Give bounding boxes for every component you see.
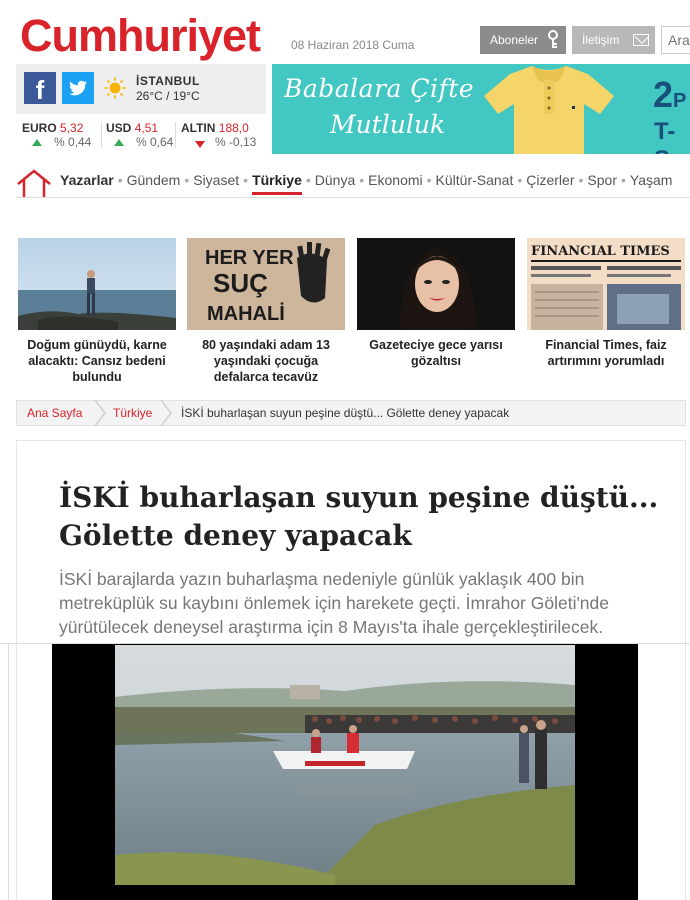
nav-item[interactable]: Yazarlar: [60, 172, 114, 188]
banner-promo-text: T-S: [654, 118, 676, 154]
banner-promo-letter: P: [673, 90, 687, 112]
weather-temperature: 26°C / 19°C: [136, 89, 200, 103]
social-weather-box: f İSTANBUL 26°C / 19°C: [16, 64, 266, 114]
site-logo[interactable]: Cumhuriyet: [20, 10, 261, 62]
nav-separator: •: [620, 172, 626, 188]
news-card[interactable]: FINANCIAL TIMES Financial Times, faiz ar…: [527, 238, 685, 369]
currency-change: % -0,13: [215, 135, 257, 149]
news-image-graffiti: HER YER SUÇ MAHALİ: [187, 238, 345, 330]
banner-line1: Babalara Çifte: [284, 74, 475, 103]
main-nav: Yazarlar • Gündem • Siyaset • Türkiye • Dünya • Ek…: [16, 168, 690, 198]
article-lead: İSKİ barajlarda yazın buharlaşma nedeniy…: [59, 569, 610, 637]
search-input[interactable]: [661, 26, 690, 54]
sun-icon: [104, 77, 126, 99]
currency-value: 188,0: [218, 121, 249, 135]
banner-promo-number: 2P: [653, 74, 687, 115]
article-title: İSKİ buharlaşan suyun peşine düştü... Gö…: [59, 481, 659, 552]
currency-euro[interactable]: EURO 5,32 % 0,44: [22, 121, 91, 149]
graffiti-text-line1: HER YER: [205, 247, 294, 269]
arrow-up-icon: [114, 139, 124, 146]
ad-banner[interactable]: Babalara Çifte Mutluluk 2P T-S: [272, 64, 690, 154]
news-image-financial-times: FINANCIAL TIMES: [527, 238, 685, 330]
nav-item[interactable]: Yaşam: [630, 172, 673, 188]
home-icon[interactable]: [16, 168, 52, 198]
subscribers-label: Aboneler: [490, 33, 539, 47]
chevron-right-icon: [160, 400, 172, 426]
news-caption: Doğum günüydü, karne alacaktı: Cansız be…: [27, 338, 167, 384]
breadcrumb-home[interactable]: Ana Sayfa: [27, 401, 82, 425]
article-photo-lake-boat: [115, 645, 575, 885]
news-card[interactable]: Doğum günüydü, karne alacaktı: Cansız be…: [18, 238, 176, 385]
nav-separator: •: [243, 172, 249, 188]
nav-items: Yazarlar • Gündem • Siyaset • Türkiye • Dünya • Ek…: [60, 172, 672, 195]
news-image-boy-sea: [18, 238, 176, 330]
nav-separator: •: [517, 172, 523, 188]
nav-item[interactable]: Spor: [587, 172, 617, 188]
nav-item[interactable]: Ekonomi: [368, 172, 422, 188]
news-image-woman-portrait: [357, 238, 515, 330]
news-card[interactable]: HER YER SUÇ MAHALİ 80 yaşındaki adam 13 …: [187, 238, 345, 385]
arrow-up-icon: [32, 139, 42, 146]
currency-value: 5,32: [60, 121, 84, 135]
nav-separator: •: [359, 172, 365, 188]
nav-item[interactable]: Siyaset: [193, 172, 239, 188]
arrow-down-icon: [195, 141, 205, 148]
currency-change: % 0,64: [136, 135, 174, 149]
ft-masthead-text: FINANCIAL TIMES: [531, 244, 670, 259]
nav-item[interactable]: Türkiye: [252, 172, 302, 195]
graffiti-text-line3: MAHALİ: [207, 302, 285, 325]
weather-city: İSTANBUL: [136, 74, 200, 88]
currency-gold[interactable]: ALTIN 188,0 % -0,13: [181, 121, 256, 149]
contact-button[interactable]: İletişim: [572, 26, 655, 54]
facebook-icon[interactable]: f: [24, 72, 56, 105]
currency-usd[interactable]: USD 4,51 % 0,64: [106, 121, 173, 149]
nav-item[interactable]: Gündem: [127, 172, 181, 188]
currency-name: ALTIN: [181, 121, 216, 135]
currency-value: 4,51: [134, 121, 159, 135]
key-icon: [548, 30, 558, 48]
nav-item[interactable]: Dünya: [315, 172, 355, 188]
contact-label: İletişim: [582, 33, 620, 47]
nav-separator: •: [117, 172, 123, 188]
banner-line2: Mutluluk: [330, 110, 446, 139]
nav-item[interactable]: Çizerler: [526, 172, 574, 188]
mail-icon: [633, 34, 649, 46]
breadcrumb-section[interactable]: Türkiye: [113, 401, 152, 425]
currency-divider: [175, 122, 176, 148]
nav-divider: [16, 197, 690, 198]
breadcrumb: Ana Sayfa Türkiye İSKİ buharlaşan suyun …: [16, 400, 686, 426]
polo-shirt-image: [484, 66, 614, 154]
news-card[interactable]: Gazeteciye gece yarısı gözaltısı: [357, 238, 515, 369]
side-divider: [8, 643, 9, 900]
breadcrumb-current: İSKİ buharlaşan suyun peşine düştü... Gö…: [181, 406, 510, 420]
nav-separator: •: [184, 172, 190, 188]
currency-name: EURO: [22, 121, 57, 135]
subscribers-button[interactable]: Aboneler: [480, 26, 566, 54]
nav-separator: •: [426, 172, 432, 188]
currency-name: USD: [106, 121, 132, 135]
graffiti-text-line2: SUÇ: [213, 268, 268, 298]
nav-separator: •: [305, 172, 311, 188]
news-caption: Financial Times, faiz artırımını yorumla…: [545, 338, 667, 368]
chevron-right-icon: [94, 400, 106, 426]
currency-divider: [101, 122, 102, 148]
currency-change: % 0,44: [54, 135, 92, 149]
twitter-icon[interactable]: [62, 72, 94, 104]
news-caption: 80 yaşındaki adam 13 yaşındaki çocuğa de…: [202, 338, 330, 384]
news-caption: Gazeteciye gece yarısı gözaltısı: [369, 338, 503, 368]
nav-item[interactable]: Kültür-Sanat: [436, 172, 514, 188]
current-date: 08 Haziran 2018 Cuma: [291, 38, 415, 52]
nav-separator: •: [578, 172, 584, 188]
